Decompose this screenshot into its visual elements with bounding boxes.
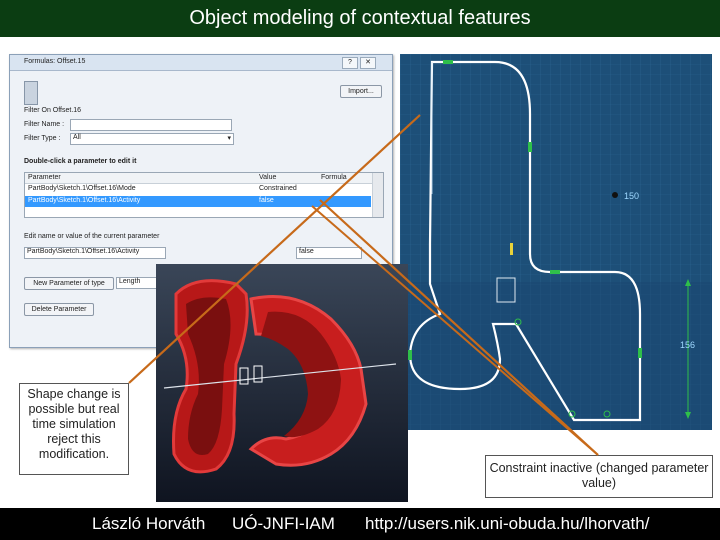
- slide-footer: László Horváth UÓ-JNFI-IAM http://users.…: [0, 508, 720, 540]
- arrow-line: [311, 205, 599, 456]
- arrow-line: [319, 199, 599, 456]
- arrow-line: [128, 114, 421, 384]
- callout-arrows: [128, 114, 599, 456]
- footer-url[interactable]: http://users.nik.uni-obuda.hu/lhorvath/: [365, 514, 649, 534]
- footer-author: László Horváth: [92, 514, 206, 533]
- footer-institute: UÓ-JNFI-IAM: [232, 514, 335, 533]
